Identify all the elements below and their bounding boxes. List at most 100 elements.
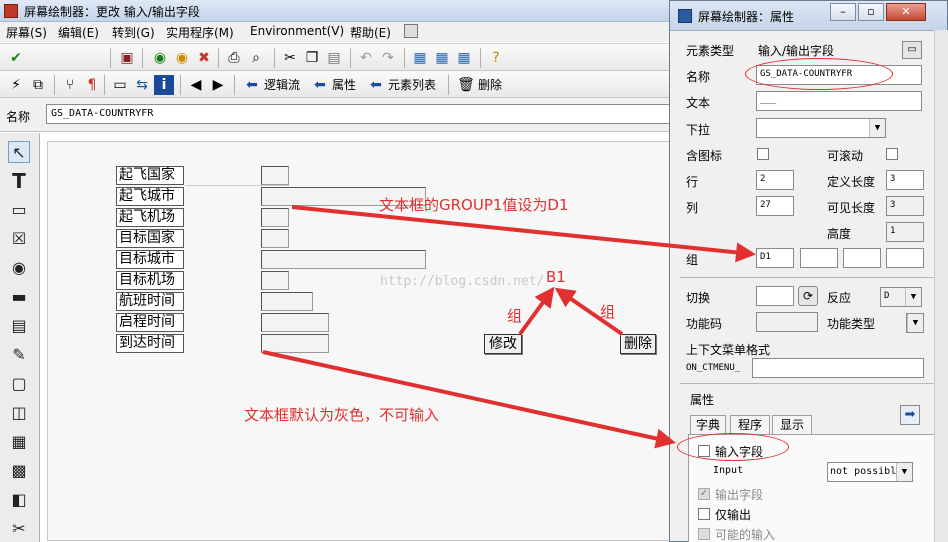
field-dest-country[interactable]	[261, 229, 289, 248]
tab-program[interactable]: 程序	[730, 415, 770, 435]
response-select[interactable]: D ▼	[880, 287, 922, 307]
menu-extra-icon[interactable]	[404, 24, 418, 38]
menu-screen[interactable]: 屏幕(S)	[6, 24, 47, 41]
layout3-icon[interactable]: ▦	[454, 48, 474, 68]
field-arr-time[interactable]	[261, 334, 329, 353]
switch-input[interactable]	[756, 286, 794, 306]
radio-tool-icon[interactable]: ◉	[8, 257, 30, 279]
copy-icon[interactable]: ❐	[302, 48, 322, 68]
label-dep-airport[interactable]: 起飞机场	[116, 208, 184, 227]
row-input[interactable]: 2	[756, 170, 794, 190]
text-tool-icon[interactable]: T	[8, 170, 30, 192]
arrow-right-icon[interactable]: ➡	[900, 405, 920, 425]
label-dest-city[interactable]: 目标城市	[116, 250, 184, 269]
pointer-tool-icon[interactable]: ↖	[8, 141, 30, 163]
cut-icon[interactable]: ✂	[280, 48, 300, 68]
label-dep-country[interactable]: 起飞国家	[116, 166, 184, 185]
table-control-icon[interactable]: ▦	[8, 431, 30, 453]
tabstrip-wizard-icon[interactable]: ✎	[8, 344, 30, 366]
menu-utilities[interactable]: 实用程序(M)	[166, 24, 234, 41]
field-dep-time[interactable]	[261, 313, 329, 332]
element-list-button[interactable]: 元素列表	[388, 76, 436, 93]
undo-icon[interactable]: ↶	[356, 48, 376, 68]
wand-icon[interactable]: ⚡	[6, 75, 26, 95]
vis-length-input[interactable]: 3	[886, 196, 924, 216]
prev-icon[interactable]: ◀	[186, 75, 206, 95]
find-icon[interactable]: ⌕	[246, 48, 266, 68]
help-icon[interactable]: ?	[486, 48, 506, 68]
minimize-icon[interactable]: –	[830, 3, 856, 21]
check-icon[interactable]: ✔	[6, 48, 26, 68]
menu-help[interactable]: 帮助(E)	[350, 24, 391, 41]
dialog-scrollbar[interactable]	[934, 30, 948, 542]
group-input-4[interactable]	[886, 248, 924, 268]
col-input[interactable]: 27	[756, 196, 794, 216]
flow-icon[interactable]: ⇆	[132, 75, 152, 95]
field-dep-airport[interactable]	[261, 208, 289, 227]
subscreen-tool-icon[interactable]: ◫	[8, 402, 30, 424]
menu-edit[interactable]: 编辑(E)	[58, 24, 99, 41]
label-dest-country[interactable]: 目标国家	[116, 229, 184, 248]
save-icon[interactable]: ▣	[117, 48, 137, 68]
maximize-icon[interactable]: ▫	[858, 3, 884, 21]
logic-flow-button[interactable]: 逻辑流	[264, 76, 300, 93]
test-icon[interactable]: ⧉	[28, 75, 48, 95]
element-type-button-icon[interactable]: ▭	[902, 41, 922, 59]
hierarchy-icon[interactable]: ⑂	[60, 75, 80, 95]
group-input-3[interactable]	[843, 248, 881, 268]
next-icon[interactable]: ▶	[208, 75, 228, 95]
height-input[interactable]: 1	[886, 222, 924, 242]
text-input[interactable]: ___	[756, 91, 922, 111]
possible-input-checkbox[interactable]	[698, 528, 710, 540]
close-icon[interactable]: ✕	[886, 3, 926, 21]
refresh-icon[interactable]: ⟳	[798, 286, 818, 306]
label-dep-time[interactable]: 启程时间	[116, 313, 184, 332]
label-flight-time[interactable]: 航班时间	[116, 292, 184, 311]
group-input-1[interactable]: D1	[756, 248, 794, 268]
print-icon[interactable]: ⎙	[224, 48, 244, 68]
custom-control-icon[interactable]: ◧	[8, 489, 30, 511]
field-dest-city[interactable]	[261, 250, 426, 269]
output-only-checkbox[interactable]	[698, 508, 710, 520]
func-type-select[interactable]: ▼	[906, 313, 924, 333]
group-input-2[interactable]	[800, 248, 838, 268]
tabstrip-tool-icon[interactable]: ▤	[8, 315, 30, 337]
tab-dictionary[interactable]: 字典	[690, 415, 726, 435]
dropdown-select[interactable]: ▼	[756, 118, 886, 138]
layout-icon[interactable]: ▦	[410, 48, 430, 68]
modify-button[interactable]: 修改	[484, 334, 522, 354]
field-dest-airport[interactable]	[261, 271, 289, 290]
redo-icon[interactable]: ↷	[378, 48, 398, 68]
tab-display[interactable]: 显示	[772, 415, 812, 435]
func-code-input[interactable]	[756, 312, 818, 332]
box-tool-icon[interactable]: ▢	[8, 373, 30, 395]
label-dest-airport[interactable]: 目标机场	[116, 271, 184, 290]
pin-icon[interactable]: ¶	[82, 75, 102, 95]
io-field-tool-icon[interactable]: ▭	[8, 199, 30, 221]
layout2-icon[interactable]: ▦	[432, 48, 452, 68]
checkbox-tool-icon[interactable]: ☒	[8, 228, 30, 250]
with-icon-checkbox[interactable]	[757, 148, 769, 160]
input-select[interactable]: not possibl ▼	[827, 462, 913, 482]
paste-icon[interactable]: ▤	[324, 48, 344, 68]
delete-toolbar-button[interactable]: 删除	[478, 76, 502, 93]
attributes-button[interactable]: 属性	[332, 76, 356, 93]
status-icon-tool-icon[interactable]: ✂	[8, 518, 30, 540]
menu-environment[interactable]: Environment(V)	[250, 24, 344, 38]
name-bar-input[interactable]: GS_DATA-COUNTRYFR	[46, 104, 686, 124]
cancel-icon[interactable]: ✖	[194, 48, 214, 68]
context-menu-input[interactable]	[752, 358, 924, 378]
field-flight-time[interactable]	[261, 292, 313, 311]
output-field-checkbox[interactable]: ✓	[698, 488, 710, 500]
label-arr-time[interactable]: 到达时间	[116, 334, 184, 353]
table-wizard-icon[interactable]: ▩	[8, 460, 30, 482]
menu-goto[interactable]: 转到(G)	[112, 24, 155, 41]
exit-icon[interactable]: ◉	[172, 48, 192, 68]
info-icon[interactable]: i	[154, 75, 174, 95]
label-dep-city[interactable]: 起飞城市	[116, 187, 184, 206]
screen-icon[interactable]: ▭	[110, 75, 130, 95]
delete-button[interactable]: 删除	[620, 334, 656, 354]
back-icon[interactable]: ◉	[150, 48, 170, 68]
pushbutton-tool-icon[interactable]: ▬	[8, 286, 30, 308]
def-length-input[interactable]: 3	[886, 170, 924, 190]
